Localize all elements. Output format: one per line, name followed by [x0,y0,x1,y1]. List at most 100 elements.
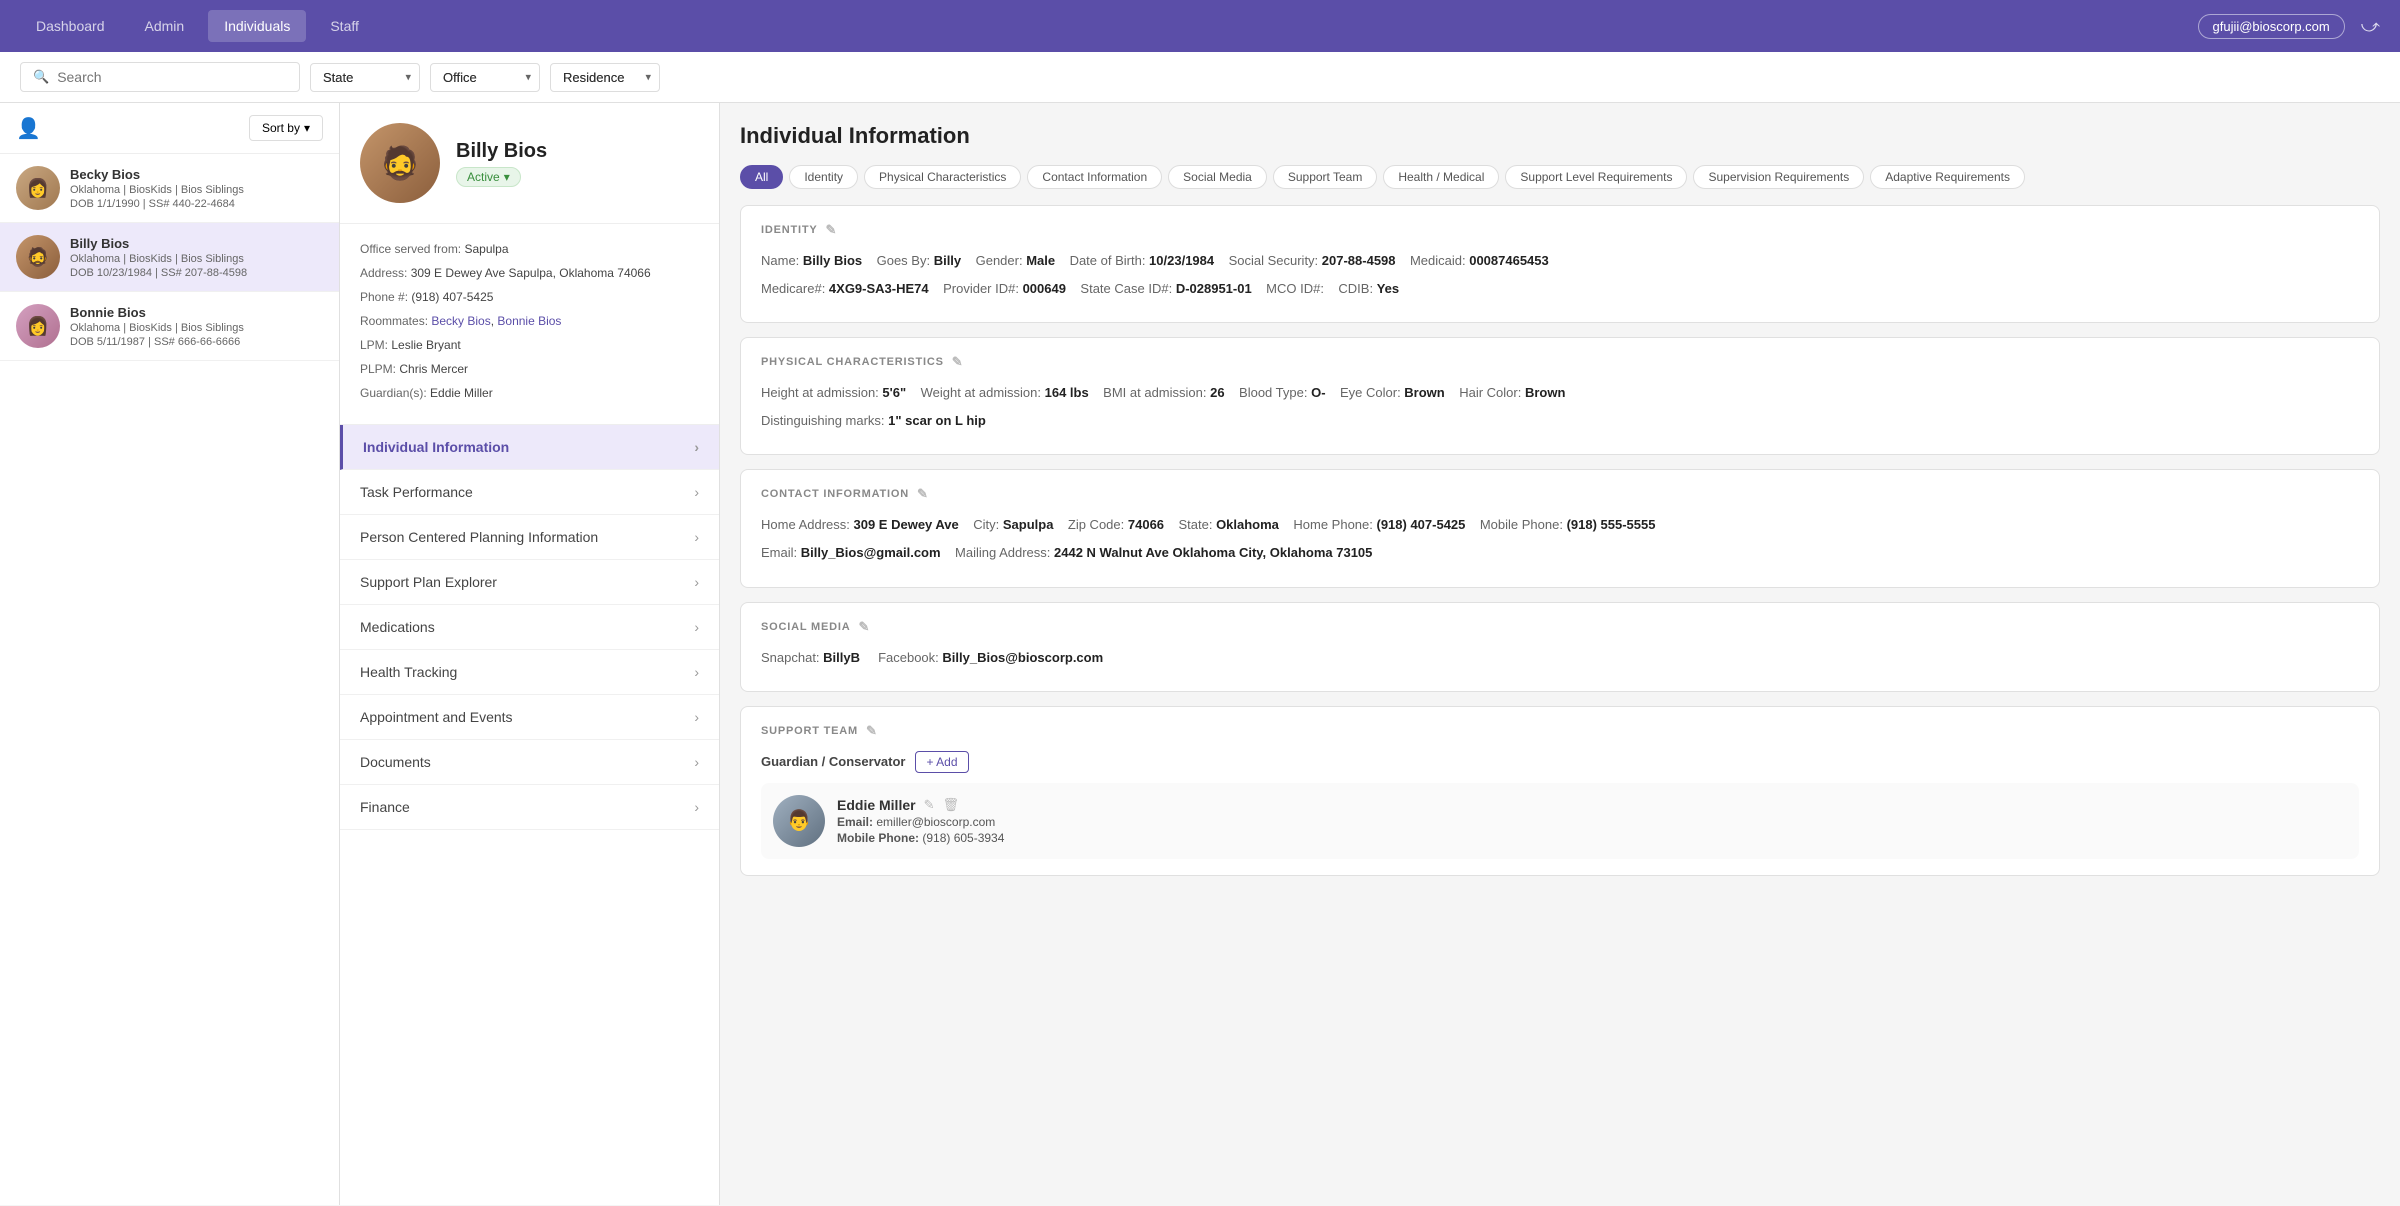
contact-title: CONTACT INFORMATION [761,488,909,500]
sort-button[interactable]: Sort by ▾ [249,115,323,141]
menu-task-performance[interactable]: Task Performance › [340,470,719,515]
middle-panel: 🧔 Billy Bios Active ▾ Office served from… [340,103,720,1205]
residence-filter[interactable]: Residence Residence [550,63,660,92]
avatar: 🧔 [16,235,60,279]
phone-row: Phone #: (918) 407-5425 [360,288,699,306]
tab-support-level[interactable]: Support Level Requirements [1505,165,1687,189]
menu-health-tracking[interactable]: Health Tracking › [340,650,719,695]
nav-admin[interactable]: Admin [129,10,201,42]
tab-health[interactable]: Health / Medical [1383,165,1499,189]
identity-gender: Male [1026,253,1055,268]
guardian-label: Guardian(s): [360,386,430,400]
physical-height: 5'6" [882,385,906,400]
roommate-2-link[interactable]: Bonnie Bios [497,314,561,328]
menu-label: Health Tracking [360,664,457,680]
menu-documents[interactable]: Documents › [340,740,719,785]
social-snapchat: BillyB [823,650,860,665]
physical-title: PHYSICAL CHARACTERISTICS [761,356,944,368]
office-filter[interactable]: Office Office [430,63,540,92]
physical-hair: Brown [1525,385,1565,400]
menu-medications[interactable]: Medications › [340,605,719,650]
contact-card: CONTACT INFORMATION ✎ Home Address: 309 … [740,469,2380,587]
tab-support-team[interactable]: Support Team [1273,165,1378,189]
persons-icon: 👤 [16,116,41,141]
physical-edit-icon[interactable]: ✎ [952,354,964,370]
logout-icon[interactable]: ⤻ [2361,16,2380,37]
contact-email: Billy_Bios@gmail.com [801,545,941,560]
roommate-1-link[interactable]: Becky Bios [431,314,490,328]
tab-adaptive[interactable]: Adaptive Requirements [1870,165,2025,189]
support-person-edit-icon[interactable]: ✎ [924,797,935,813]
address-row: Address: 309 E Dewey Ave Sapulpa, Oklaho… [360,264,699,282]
menu-finance[interactable]: Finance › [340,785,719,830]
identity-name: Billy Bios [803,253,862,268]
nav-individuals[interactable]: Individuals [208,10,306,42]
identity-edit-icon[interactable]: ✎ [826,222,838,238]
search-input[interactable] [57,69,287,85]
chevron-right-icon: › [694,439,699,455]
state-select[interactable]: State [323,70,407,85]
tab-physical[interactable]: Physical Characteristics [864,165,1021,189]
identity-cdib: Yes [1377,281,1399,296]
menu-label: Support Plan Explorer [360,574,497,590]
add-support-button[interactable]: + Add [915,751,968,773]
contact-state: Oklahoma [1216,517,1279,532]
menu-individual-info[interactable]: Individual Information › [340,425,719,470]
identity-provider: 000649 [1023,281,1066,296]
identity-ss: 207-88-4598 [1322,253,1396,268]
chevron-right-icon: › [694,664,699,680]
chevron-right-icon: › [694,709,699,725]
person-info: Becky Bios Oklahoma | BiosKids | Bios Si… [70,167,323,210]
tab-contact[interactable]: Contact Information [1027,165,1162,189]
residence-select[interactable]: Residence [563,70,647,85]
physical-weight: 164 lbs [1045,385,1089,400]
social-header: SOCIAL MEDIA ✎ [761,619,2359,635]
status-chevron-icon: ▾ [504,170,510,184]
main-layout: 👤 Sort by ▾ 👩 Becky Bios Oklahoma | Bios… [0,103,2400,1205]
support-person-delete-icon[interactable]: 🗑 [942,797,959,813]
tab-supervision[interactable]: Supervision Requirements [1693,165,1864,189]
state-filter[interactable]: State State [310,63,420,92]
search-box[interactable]: 🔍 [20,62,300,92]
avatar: 👩 [16,304,60,348]
nav-dashboard[interactable]: Dashboard [20,10,121,42]
support-email: emiller@bioscorp.com [876,815,995,829]
sort-chevron-icon: ▾ [304,121,310,135]
identity-row-1: Name: Billy Bios Goes By: Billy Gender: … [761,250,2359,272]
status-badge[interactable]: Active ▾ [456,167,521,187]
chevron-right-icon: › [694,799,699,815]
social-edit-icon[interactable]: ✎ [858,619,870,635]
nav-staff[interactable]: Staff [314,10,375,42]
physical-bmi: 26 [1210,385,1224,400]
list-item[interactable]: 🧔 Billy Bios Oklahoma | BiosKids | Bios … [0,223,339,292]
tab-all[interactable]: All [740,165,783,189]
menu-appointments[interactable]: Appointment and Events › [340,695,719,740]
person-detail-1: Oklahoma | BiosKids | Bios Siblings [70,184,323,196]
office-select[interactable]: Office [443,70,527,85]
profile-name: Billy Bios [456,140,547,163]
tab-social[interactable]: Social Media [1168,165,1267,189]
identity-dob: 10/23/1984 [1149,253,1214,268]
chevron-right-icon: › [694,754,699,770]
physical-eye: Brown [1404,385,1444,400]
tab-identity[interactable]: Identity [789,165,858,189]
person-detail-2: DOB 10/23/1984 | SS# 207-88-4598 [70,267,323,279]
list-item[interactable]: 👩 Becky Bios Oklahoma | BiosKids | Bios … [0,154,339,223]
physical-header: PHYSICAL CHARACTERISTICS ✎ [761,354,2359,370]
contact-zip: 74066 [1128,517,1164,532]
person-detail-1: Oklahoma | BiosKids | Bios Siblings [70,322,323,334]
support-mobile-row: Mobile Phone: (918) 605-3934 [837,831,1004,845]
menu-person-centered[interactable]: Person Centered Planning Information › [340,515,719,560]
guardian-row: Guardian(s): Eddie Miller [360,384,699,402]
nav-menu: Individual Information › Task Performanc… [340,425,719,830]
roommates-row: Roommates: Becky Bios, Bonnie Bios [360,312,699,330]
identity-goes-by: Billy [934,253,961,268]
support-team-edit-icon[interactable]: ✎ [866,723,878,739]
contact-edit-icon[interactable]: ✎ [917,486,929,502]
list-item[interactable]: 👩 Bonnie Bios Oklahoma | BiosKids | Bios… [0,292,339,361]
contact-mailing: 2442 N Walnut Ave Oklahoma City, Oklahom… [1054,545,1372,560]
physical-marks: 1" scar on L hip [888,413,986,428]
physical-row-2: Distinguishing marks: 1" scar on L hip [761,410,2359,432]
menu-support-plan[interactable]: Support Plan Explorer › [340,560,719,605]
person-info: Bonnie Bios Oklahoma | BiosKids | Bios S… [70,305,323,348]
